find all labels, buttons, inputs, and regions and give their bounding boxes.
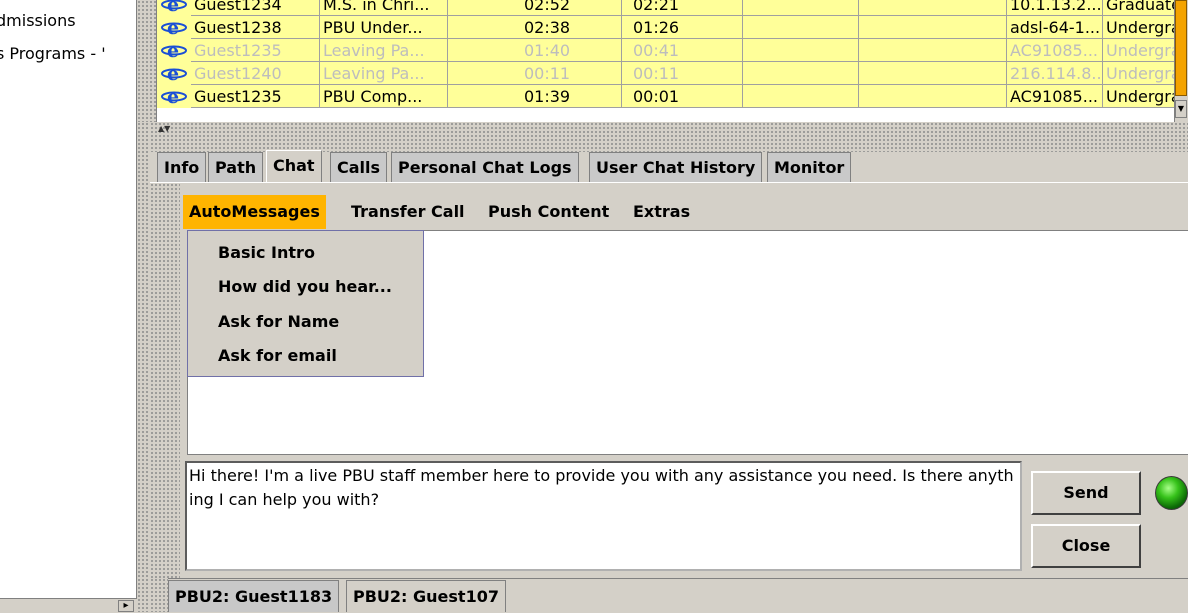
table-cell: 01:26	[622, 16, 743, 39]
tab-path[interactable]: Path	[208, 152, 264, 182]
table-cell: Undergrad	[1103, 62, 1174, 85]
table-cell: adsl-64-1...	[1007, 16, 1103, 39]
table-cell: 00:11	[448, 62, 622, 85]
automessages-dropdown: Basic Intro How did you hear... Ask for …	[187, 230, 424, 377]
table-cell	[859, 16, 1007, 39]
table-cell: 00:11	[622, 62, 743, 85]
tab-personal-chat-logs[interactable]: Personal Chat Logs	[391, 152, 579, 182]
scroll-right-arrow-icon[interactable]: ▸	[118, 600, 134, 612]
menu-push-content[interactable]: Push Content	[482, 195, 615, 229]
table-cell: Graduate	[1103, 0, 1174, 16]
table-cell: AC91085...	[1007, 85, 1103, 108]
table-cell: Undergrad	[1103, 39, 1174, 62]
menu-item-ask-for-email[interactable]: Ask for email	[218, 346, 337, 365]
left-item-admissions[interactable]: dmissions	[0, 11, 76, 30]
table-cell: Undergrad	[1103, 16, 1174, 39]
table-cell: PBU Comp...	[320, 85, 448, 108]
table-cell	[743, 85, 859, 108]
table-cell	[743, 0, 859, 16]
scrollbar-thumb[interactable]	[1175, 0, 1187, 96]
table-row[interactable]: e Guest1235 PBU Comp... 01:39 00:01 AC91…	[157, 85, 1174, 108]
session-tab-guest1183[interactable]: PBU2: Guest1183	[168, 580, 340, 612]
menu-item-basic-intro[interactable]: Basic Intro	[218, 243, 315, 262]
table-cell: Guest1234	[191, 0, 320, 16]
table-cell	[859, 85, 1007, 108]
panel-grip	[150, 578, 168, 612]
browser-icon: e	[161, 86, 187, 107]
svg-text:e: e	[167, 0, 179, 15]
send-button[interactable]: Send	[1031, 471, 1141, 515]
table-cell: 01:39	[448, 85, 622, 108]
svg-text:e: e	[167, 86, 179, 107]
visitor-table: e Guest1234 M.S. in Chri... 02:52 02:21 …	[156, 0, 1174, 122]
tab-user-chat-history[interactable]: User Chat History	[589, 152, 763, 182]
browser-icon: e	[161, 17, 187, 38]
svg-text:e: e	[167, 63, 179, 84]
table-cell: M.S. in Chri...	[320, 0, 448, 16]
table-cell	[859, 62, 1007, 85]
table-cell: Guest1235	[191, 39, 320, 62]
splitter-handle[interactable]	[137, 0, 156, 122]
table-cell	[743, 39, 859, 62]
table-cell: Undergrad	[1103, 85, 1174, 108]
table-cell: Leaving Pa...	[320, 62, 448, 85]
table-row[interactable]: e Guest1238 PBU Under... 02:38 01:26 ads…	[157, 16, 1174, 39]
table-cell	[743, 16, 859, 39]
svg-text:e: e	[167, 17, 179, 38]
table-cell: Guest1235	[191, 85, 320, 108]
table-row[interactable]: e Guest1240 Leaving Pa... 00:11 00:11 21…	[157, 62, 1174, 85]
table-cell: 216.114.8...	[1007, 62, 1103, 85]
session-tab-guest107[interactable]: PBU2: Guest107	[346, 580, 506, 612]
menu-extras[interactable]: Extras	[627, 195, 696, 229]
browser-icon: e	[161, 0, 187, 15]
table-row[interactable]: e Guest1234 M.S. in Chri... 02:52 02:21 …	[157, 0, 1174, 16]
splitter-handle-vertical[interactable]	[137, 122, 150, 612]
menu-item-ask-for-name[interactable]: Ask for Name	[218, 312, 339, 331]
status-light-icon	[1155, 476, 1188, 510]
tab-monitor[interactable]: Monitor	[767, 152, 852, 182]
tab-calls[interactable]: Calls	[330, 152, 388, 182]
menu-automessages[interactable]: AutoMessages	[183, 195, 326, 229]
browser-icon: e	[161, 63, 187, 84]
left-tree-pane: dmissions s Programs - '	[0, 0, 137, 612]
left-horizontal-scrollbar[interactable]	[0, 598, 137, 612]
menu-transfer-call[interactable]: Transfer Call	[345, 195, 471, 229]
panel-grip	[150, 183, 180, 578]
table-cell: 10.1.13.2...	[1007, 0, 1103, 16]
chat-menubar: AutoMessages Transfer Call Push Content …	[180, 195, 1188, 229]
table-cell: 02:52	[448, 0, 622, 16]
table-cell: 02:21	[622, 0, 743, 16]
close-button[interactable]: Close	[1031, 524, 1141, 568]
table-cell	[859, 0, 1007, 16]
table-cell: PBU Under...	[320, 16, 448, 39]
menu-item-how-did-you-hear[interactable]: How did you hear...	[218, 277, 392, 296]
table-cell: 00:41	[622, 39, 743, 62]
svg-text:e: e	[167, 40, 179, 61]
table-cell	[743, 62, 859, 85]
browser-icon: e	[161, 40, 187, 61]
table-row[interactable]: e Guest1235 Leaving Pa... 01:40 00:41 AC…	[157, 39, 1174, 62]
table-cell: Guest1238	[191, 16, 320, 39]
tab-chat[interactable]: Chat	[266, 150, 322, 183]
splitter-arrows-icon[interactable]: ▲▼	[158, 124, 170, 133]
table-cell: Leaving Pa...	[320, 39, 448, 62]
table-cell: 02:38	[448, 16, 622, 39]
scroll-down-arrow-icon[interactable]: ▼	[1175, 100, 1187, 118]
table-cell: AC91085...	[1007, 39, 1103, 62]
left-item-programs[interactable]: s Programs - '	[0, 44, 106, 63]
tab-info[interactable]: Info	[157, 152, 207, 182]
horizontal-splitter[interactable]	[150, 122, 1188, 152]
table-cell: 01:40	[448, 39, 622, 62]
message-input[interactable]: Hi there! I'm a live PBU staff member he…	[185, 461, 1022, 571]
table-cell: Guest1240	[191, 62, 320, 85]
table-cell: 00:01	[622, 85, 743, 108]
table-cell	[859, 39, 1007, 62]
